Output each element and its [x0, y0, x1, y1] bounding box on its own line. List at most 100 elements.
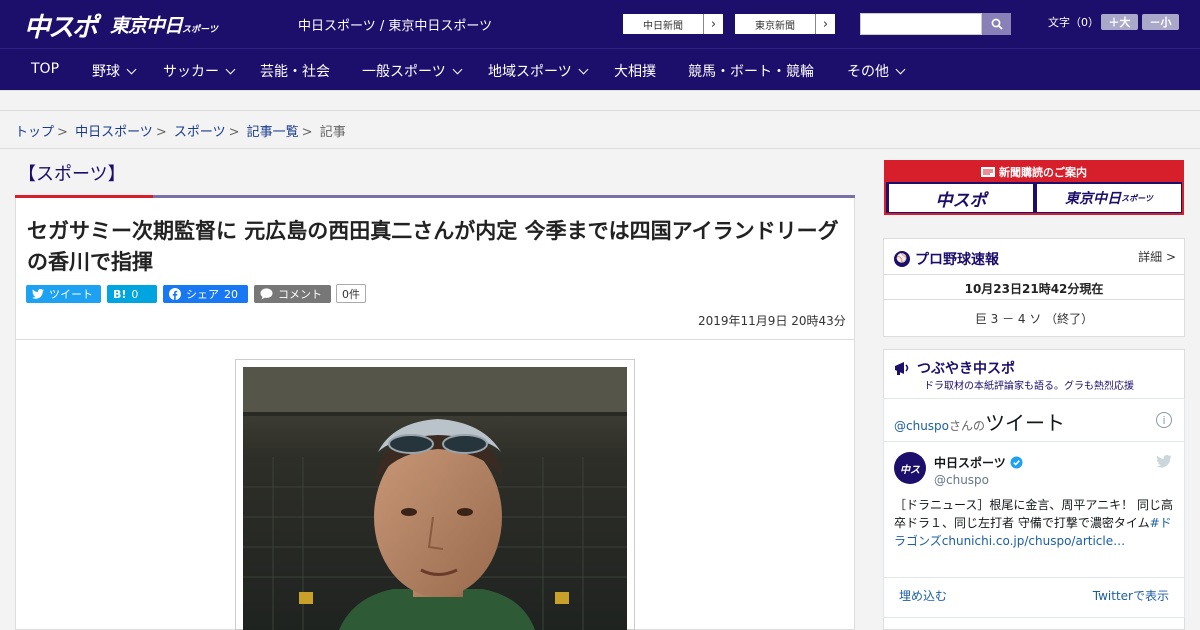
- megaphone-icon: [895, 362, 909, 375]
- subscribe-caption: 新聞購読のご案内: [886, 162, 1182, 182]
- nav-label: TOP: [31, 61, 60, 77]
- font-increase-button[interactable]: ＋大: [1101, 14, 1138, 30]
- nav-label: 大相撲: [614, 64, 656, 80]
- breadcrumb-separator: >: [155, 125, 167, 140]
- subscribe-tokyo-sub: スポーツ: [1121, 193, 1153, 203]
- nav-item-soccer[interactable]: サッカー: [163, 61, 236, 81]
- baseball-title-text: プロ野球速報: [915, 252, 999, 268]
- timeline-header[interactable]: @chuspo さんの ツイート: [894, 407, 1065, 436]
- search-input[interactable]: [860, 13, 982, 35]
- baseball-game-score[interactable]: 巨 3 － 4 ソ （終了）: [884, 310, 1184, 327]
- chevron-right-icon: ›: [815, 14, 835, 34]
- view-on-twitter-link[interactable]: Twitterで表示: [1093, 587, 1169, 604]
- breadcrumb-link[interactable]: 中日スポーツ: [75, 125, 153, 140]
- tokyo-chunichi-logo[interactable]: 東京中日スポーツ: [110, 11, 218, 38]
- baseball-detail-link[interactable]: 詳細 >: [1138, 248, 1176, 265]
- breadcrumb-band: トップ > 中日スポーツ > スポーツ > 記事一覧 > 記事: [0, 90, 1200, 148]
- baseball-title: ⚾ プロ野球速報: [894, 249, 999, 269]
- tweet-text: ［ドラニュース］根尾に金言、周平アニキ！ 同じ高卒ドラ１、同じ左打者 守備で打撃…: [894, 496, 1176, 550]
- nav-label: その他: [847, 64, 889, 80]
- facebook-share-button[interactable]: シェア 20: [163, 285, 248, 303]
- verified-badge-icon: [1010, 456, 1023, 469]
- tokyo-shimbun-label: 東京新聞: [755, 20, 795, 32]
- font-size-label: 文字（0）: [1048, 16, 1099, 29]
- chuspo-logo[interactable]: 中スポ: [24, 7, 98, 44]
- font-decrease-button[interactable]: －小: [1142, 14, 1179, 30]
- baseball-timestamp: 10月23日21時42分現在: [964, 282, 1104, 296]
- chevron-right-icon: ›: [703, 14, 723, 34]
- nav-item-sumo[interactable]: 大相撲: [614, 61, 656, 81]
- article-top-accent: [15, 195, 153, 198]
- tweet-link[interactable]: chunichi.co.jp/chuspo/article…: [942, 534, 1125, 548]
- facebook-label: シェア: [186, 288, 219, 301]
- search-button[interactable]: [982, 13, 1011, 35]
- nav-label: 芸能・社会: [260, 64, 330, 80]
- account-name[interactable]: 中日スポーツ: [934, 454, 1023, 471]
- divider: [884, 577, 1184, 578]
- search-icon: [991, 18, 1003, 30]
- speech-bubble-icon: [260, 288, 273, 300]
- chevron-down-icon: [452, 64, 463, 74]
- info-icon[interactable]: i: [1156, 412, 1172, 428]
- breadcrumb-separator: >: [228, 125, 240, 140]
- nav-item-general-sports[interactable]: 一般スポーツ: [362, 61, 463, 81]
- baseball-scores-box: ⚾ プロ野球速報 詳細 > 10月23日21時42分現在 巨 3 － 4 ソ （…: [883, 238, 1185, 337]
- embedded-timeline: @chuspo さんの ツイート i 中ス 中日スポーツ @chuspo ［ドラニュ…: [883, 398, 1185, 618]
- nav-item-local-sports[interactable]: 地域スポーツ: [488, 61, 589, 81]
- embed-link[interactable]: 埋め込む: [899, 587, 947, 604]
- subscribe-tokyo-text: 東京中日: [1065, 191, 1122, 207]
- tweets-title-text: つぶやき中スポ: [917, 361, 1015, 377]
- newspaper-icon: [981, 167, 995, 177]
- tweets-title: つぶやき中スポ: [894, 358, 1015, 378]
- timeline-title: ツイート: [985, 411, 1066, 435]
- account-handle[interactable]: @chuspo: [934, 473, 989, 487]
- twitter-bird-icon[interactable]: [1156, 455, 1172, 468]
- coach-portrait-image: [243, 367, 627, 630]
- breadcrumb-link[interactable]: スポーツ: [174, 125, 226, 140]
- article-category[interactable]: 【スポーツ】: [18, 160, 126, 186]
- account-name-text: 中日スポーツ: [934, 456, 1006, 470]
- article-top-border: [15, 195, 855, 198]
- chevron-down-icon: [578, 64, 589, 74]
- facebook-icon: [169, 288, 181, 300]
- tokyo-logo-text: 東京中日: [110, 15, 183, 37]
- hatena-icon: B!: [113, 287, 127, 301]
- tweet-body: ［ドラニュース］根尾に金言、周平アニキ！ 同じ高卒ドラ１、同じ左打者 守備で打撃…: [894, 498, 1173, 530]
- nav-item-racing[interactable]: 競馬・ボート・競輪: [688, 61, 814, 81]
- timeline-handle-suffix: さんの: [949, 419, 986, 433]
- timeline-handle: @chuspo: [894, 419, 950, 433]
- chunichi-shimbun-link[interactable]: 中日新聞 ›: [622, 13, 724, 35]
- nav-label: 野球: [92, 64, 120, 80]
- divider: [0, 110, 1200, 111]
- nav-item-baseball[interactable]: 野球: [92, 61, 137, 81]
- tweets-subtitle: ドラ取材の本紙評論家も語る。グラも熱烈応援: [924, 381, 1134, 392]
- subscribe-chuspo-logo[interactable]: 中スポ: [889, 184, 1033, 212]
- divider: [884, 299, 1184, 300]
- comment-button[interactable]: コメント: [254, 285, 331, 303]
- site-links[interactable]: 中日スポーツ / 東京中日スポーツ: [298, 15, 492, 34]
- tokyo-shimbun-link[interactable]: 東京新聞 ›: [734, 13, 836, 35]
- nav-item-other[interactable]: その他: [847, 61, 906, 81]
- nav-label: サッカー: [163, 64, 219, 80]
- hatena-bookmark-button[interactable]: B! 0: [107, 285, 157, 303]
- article-photo[interactable]: [243, 367, 627, 630]
- subscribe-caption-text: 新聞購読のご案内: [999, 166, 1087, 179]
- tweet-label: ツイート: [49, 288, 93, 301]
- chevron-down-icon: [126, 64, 137, 74]
- tokyo-logo-sub: スポーツ: [182, 25, 218, 35]
- comment-count: 0件: [336, 284, 366, 303]
- nav-label: 一般スポーツ: [362, 64, 446, 80]
- nav-item-top[interactable]: TOP: [31, 61, 59, 77]
- hatena-count: 0: [131, 287, 139, 301]
- tweet-button[interactable]: ツイート: [26, 285, 101, 303]
- breadcrumb-link[interactable]: トップ: [15, 125, 54, 140]
- subscribe-tokyo-chunichi-logo[interactable]: 東京中日 スポーツ: [1037, 184, 1181, 212]
- nav-item-entertainment[interactable]: 芸能・社会: [260, 61, 330, 81]
- breadcrumb-link[interactable]: 記事一覧: [247, 125, 299, 140]
- facebook-count: 20: [224, 287, 238, 301]
- breadcrumb-current: 記事: [319, 125, 346, 140]
- subscribe-banner[interactable]: 新聞購読のご案内 中スポ 東京中日 スポーツ: [884, 160, 1184, 215]
- avatar[interactable]: 中ス: [894, 452, 926, 484]
- divider: [884, 274, 1184, 275]
- chevron-down-icon: [895, 64, 906, 74]
